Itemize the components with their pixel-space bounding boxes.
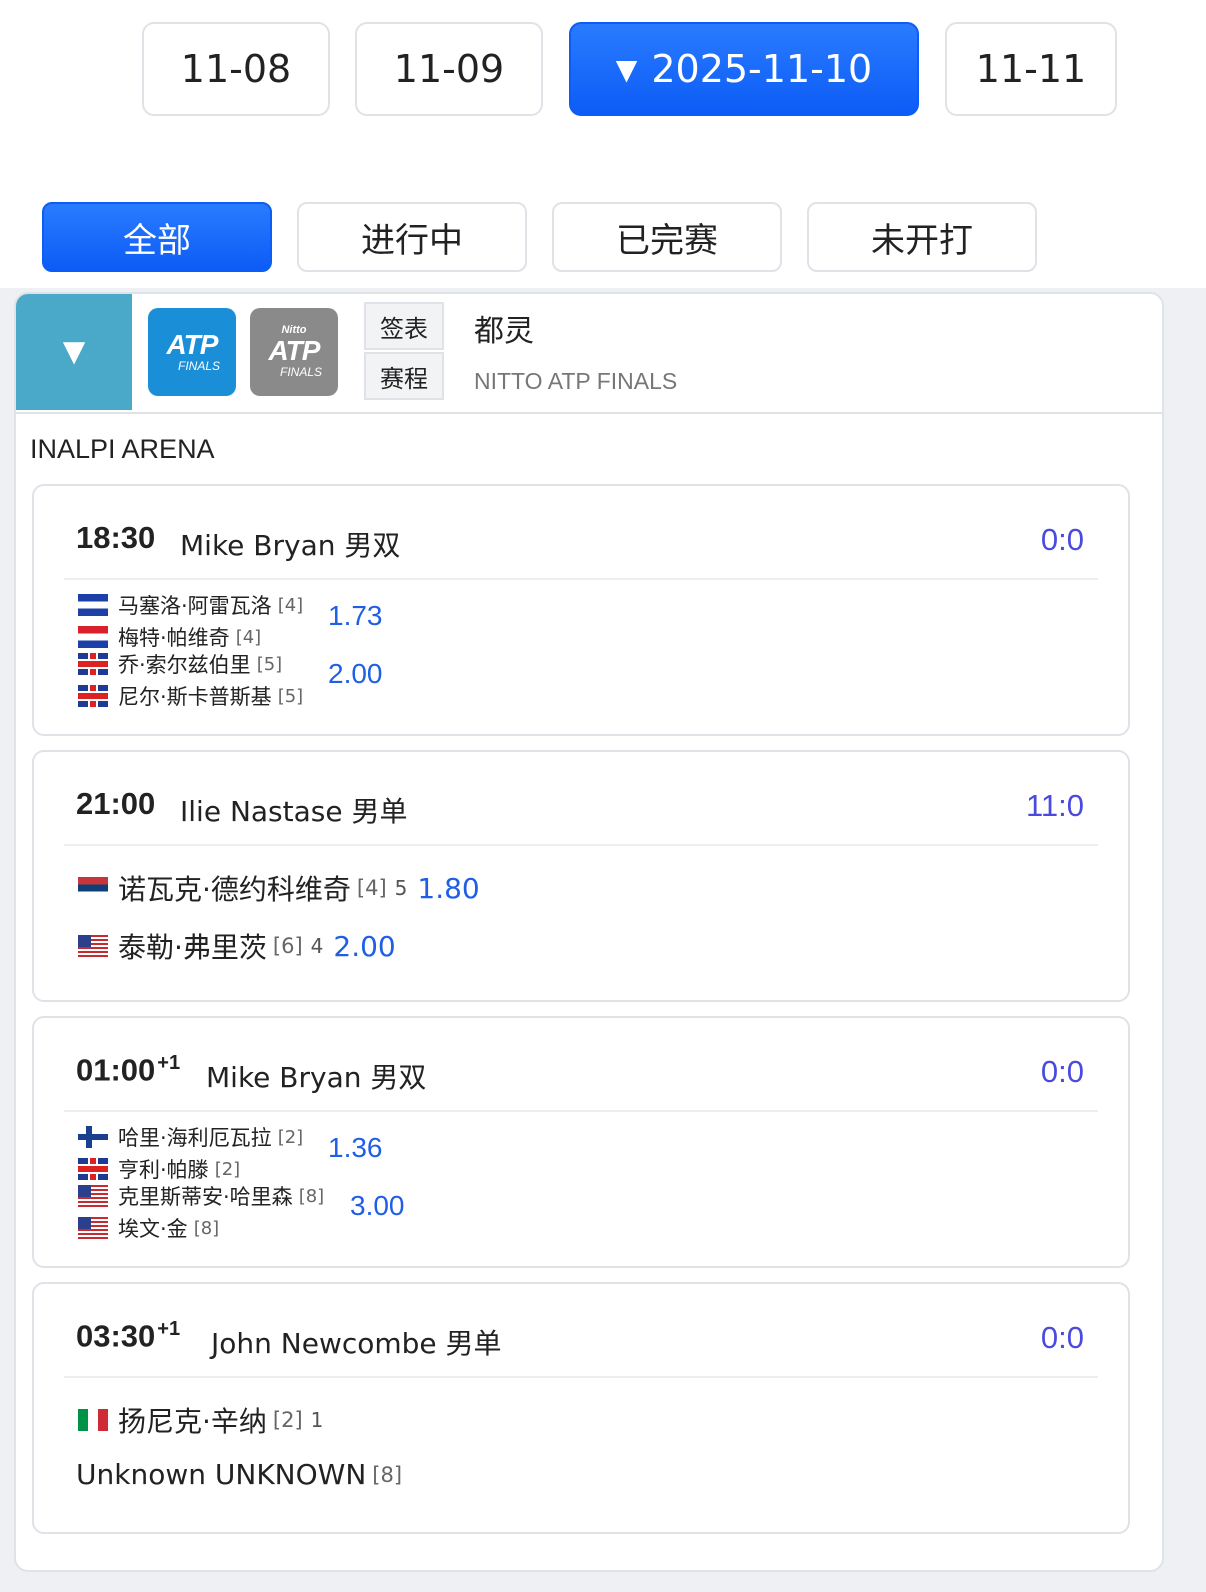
dropdown-triangle-icon: ▼: [615, 52, 638, 86]
player-row: 梅特·帕维奇 [4]: [78, 622, 261, 652]
divider: [64, 1376, 1098, 1378]
player-row: 亨利·帕滕 [2]: [78, 1154, 240, 1184]
player-row: 哈里·海利厄瓦拉 [2]: [78, 1122, 303, 1152]
uk-flag-icon: [78, 653, 108, 675]
player-row: 扬尼克·辛纳 [2] 1: [78, 1400, 323, 1440]
status-filter-bar: 全部 进行中 已完赛 未开打: [0, 160, 1206, 288]
player-row: 尼尔·斯卡普斯基 [5]: [78, 681, 303, 711]
player-row: 乔·索尔兹伯里 [5]: [78, 649, 282, 679]
el-salvador-flag-icon: [78, 594, 108, 616]
player-row: 诺瓦克·德约科维奇 [4] 5 1.80: [78, 868, 480, 908]
serbia-flag-icon: [78, 877, 108, 899]
date-tab-2025-11-10[interactable]: ▼ 2025-11-10: [569, 22, 919, 116]
usa-flag-icon: [78, 935, 108, 957]
finland-flag-icon: [78, 1126, 108, 1148]
match-card[interactable]: 01:00 +1 Mike Bryan 男双 0:0 哈里·海利厄瓦拉 [2] 亨利…: [32, 1016, 1130, 1268]
match-umpire: Mike Bryan 男双: [206, 1061, 427, 1094]
italy-flag-icon: [78, 1409, 108, 1431]
divider: [64, 578, 1098, 580]
tournament-city: 都灵: [474, 314, 534, 349]
filter-finished-button[interactable]: 已完赛: [552, 202, 782, 272]
collapse-triangle-icon[interactable]: ▼: [16, 294, 132, 410]
match-score: 0:0: [1040, 522, 1084, 557]
match-time: 03:30 +1: [76, 1318, 181, 1354]
date-tab-11-09[interactable]: 11-09: [355, 22, 543, 116]
draw-link[interactable]: 签表: [364, 302, 444, 350]
odds-player-1[interactable]: 1.80: [417, 872, 479, 905]
odds-team-2[interactable]: 2.00: [328, 658, 383, 690]
match-card[interactable]: 21:00 Ilie Nastase 男单 11:0 诺瓦克·德约科维奇 [4] 5…: [32, 750, 1130, 1002]
match-score: 0:0: [1040, 1320, 1084, 1355]
tournament-name: NITTO ATP FINALS: [474, 368, 678, 394]
odds-team-1[interactable]: 1.36: [328, 1132, 383, 1164]
uk-flag-icon: [78, 1158, 108, 1180]
match-score: 0:0: [1040, 1054, 1084, 1089]
odds-team-1[interactable]: 1.73: [328, 600, 383, 632]
odds-player-2[interactable]: 2.00: [333, 930, 395, 963]
match-time: 18:30: [76, 520, 156, 555]
venue-label: INALPI ARENA: [30, 434, 215, 464]
match-card[interactable]: 18:30 Mike Bryan 男双 0:0 马塞洛·阿雷瓦洛 [4] 梅特·帕…: [32, 484, 1130, 736]
player-row: 克里斯蒂安·哈里森 [8]: [78, 1181, 324, 1211]
match-score: 11:0: [1025, 788, 1084, 823]
match-umpire: John Newcombe 男单: [211, 1327, 502, 1360]
match-time: 21:00: [76, 786, 156, 821]
match-time: 01:00 +1: [76, 1052, 181, 1088]
date-selector: 11-08 11-09 ▼ 2025-11-10 11-11: [0, 0, 1206, 160]
divider: [64, 844, 1098, 846]
filter-all-button[interactable]: 全部: [42, 202, 272, 272]
player-row: 埃文·金 [8]: [78, 1213, 219, 1243]
match-card[interactable]: 03:30 +1 John Newcombe 男单 0:0 扬尼克·辛纳 [2] 1 …: [32, 1282, 1130, 1534]
filter-live-button[interactable]: 进行中: [297, 202, 527, 272]
match-umpire: Ilie Nastase 男单: [180, 795, 408, 828]
date-tab-11-11[interactable]: 11-11: [945, 22, 1117, 116]
croatia-flag-icon: [78, 626, 108, 648]
schedule-link[interactable]: 赛程: [364, 352, 444, 400]
player-row: Unknown UNKNOWN [8]: [76, 1458, 403, 1491]
divider: [64, 1110, 1098, 1112]
match-umpire: Mike Bryan 男双: [180, 529, 401, 562]
atp-finals-logo: ATP FINALS: [148, 308, 236, 396]
odds-team-2[interactable]: 3.00: [350, 1190, 405, 1222]
usa-flag-icon: [78, 1217, 108, 1239]
tournament-header: ▼ ATP FINALS Nitto ATP FINALS 签表 赛程 都灵 N…: [16, 294, 1162, 414]
usa-flag-icon: [78, 1185, 108, 1207]
uk-flag-icon: [78, 685, 108, 707]
player-row: 马塞洛·阿雷瓦洛 [4]: [78, 590, 303, 620]
player-row: 泰勒·弗里茨 [6] 4 2.00: [78, 926, 396, 966]
tournament-card: ▼ ATP FINALS Nitto ATP FINALS 签表 赛程 都灵 N…: [14, 292, 1164, 1572]
filter-upcoming-button[interactable]: 未开打: [807, 202, 1037, 272]
date-tab-11-08[interactable]: 11-08: [142, 22, 330, 116]
nitto-atp-finals-logo: Nitto ATP FINALS: [250, 308, 338, 396]
